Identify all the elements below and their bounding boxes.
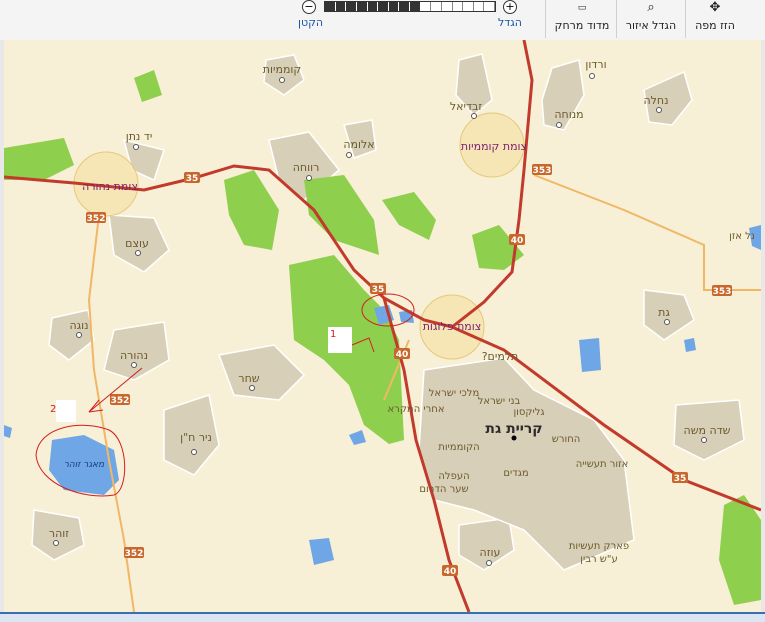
map-canvas[interactable]: 35 352 353 40 35 40 352 353 35 352 40 קו… [4, 40, 761, 612]
label-nehora: נהורה [120, 349, 148, 362]
route-35-shield: 35 [372, 285, 385, 295]
zoom-area-label: הגדל איזור [625, 19, 677, 32]
label-migdim: מגדים [503, 468, 528, 479]
route-353-shield: 353 [713, 287, 732, 297]
toolbar-divider [685, 0, 686, 38]
annotation-box-2 [56, 400, 76, 422]
zoom-slider-step[interactable] [378, 2, 389, 11]
label-bnei-israel: בני ישראל [478, 396, 521, 407]
label-nir-chen: ניר ח"ן [180, 431, 212, 444]
zoom-slider-step[interactable] [367, 2, 379, 11]
label-noga: נוגה [69, 319, 88, 332]
label-nel-ozen: נל אזן [729, 231, 755, 242]
measure-distance-button[interactable]: ▭ מדוד מרחק [552, 2, 612, 38]
label-komemiyut-junction: צומת קוממיות [461, 140, 527, 153]
zoom-slider-step[interactable] [442, 2, 453, 11]
zoom-slider-step[interactable] [325, 2, 336, 11]
route-40-shield: 40 [396, 350, 409, 360]
label-zohar-reservoir: מאגר זוהר [64, 460, 105, 470]
zoom-slider-step[interactable] [410, 2, 421, 11]
label-gat: גת [658, 306, 670, 319]
pan-arrows-icon: ✥ [709, 0, 721, 15]
label-industrial-zone: אזור תעשייה [576, 459, 629, 470]
zoom-out-label[interactable]: הקטן [298, 16, 323, 29]
label-malkhei-israel: מלכי ישראל [429, 388, 480, 399]
zoom-in-button[interactable]: + [503, 0, 517, 14]
label-nahala: נחלה [643, 94, 668, 107]
zoom-out-button[interactable]: − [302, 0, 316, 14]
pan-map-button[interactable]: ✥ הזז מפה [690, 0, 740, 38]
measure-distance-label: מדוד מרחק [554, 19, 610, 32]
toolbar-divider [616, 0, 617, 38]
route-352-shield: 352 [111, 396, 130, 406]
label-plugot-junction: צומת פלוגות [423, 320, 482, 333]
label-yad-natan: יד נתן [126, 130, 153, 143]
route-40-shield: 40 [511, 236, 524, 246]
label-haapala: העפלה [438, 471, 469, 482]
zoom-slider-step[interactable] [431, 2, 442, 11]
zoom-slider-step[interactable] [335, 2, 347, 11]
zoom-slider-step[interactable] [399, 2, 410, 11]
route-35-shield: 35 [674, 474, 687, 484]
label-aluma: אלומה [343, 138, 374, 151]
ruler-icon: ▭ [577, 3, 587, 13]
zoom-slider-step[interactable] [356, 2, 368, 11]
label-zohar: זוהר [49, 527, 69, 540]
label-menuha: מנוחה [554, 108, 583, 121]
kiryat-gat-marker [511, 435, 517, 441]
label-glikson: גליקסון [513, 407, 544, 418]
annotation-1: 1 [330, 329, 336, 340]
label-uza: עוזה [480, 546, 501, 559]
label-rabin: ע"ש רבין [580, 554, 618, 565]
route-353-shield: 353 [533, 166, 552, 176]
label-nehora-junction: צומת נהורה [82, 180, 138, 193]
label-ahrei-hamikra: אחרי המקרא [387, 404, 444, 415]
label-hakomemiyut: הקוממיות [438, 442, 479, 453]
zoom-slider-step[interactable] [453, 2, 464, 11]
route-352-shield: 352 [125, 549, 144, 559]
label-talmim: תלמים? [482, 350, 519, 363]
zoom-slider-step[interactable] [463, 2, 474, 11]
magnifier-area-icon: ⌕ [647, 0, 655, 15]
label-zavdiel: זבדיאל [450, 100, 482, 113]
label-sde-moshe: שדה משה [684, 424, 731, 437]
zoom-area-button[interactable]: ⌕ הגדל איזור [622, 0, 680, 38]
annotation-2: 2 [50, 404, 56, 415]
label-kiryat-gat: קריית גת [485, 421, 542, 437]
zoom-slider-step[interactable] [388, 2, 400, 11]
zoom-slider-step[interactable] [421, 2, 432, 11]
label-revaha: רווחה [293, 161, 320, 174]
route-40-shield: 40 [444, 567, 457, 577]
toolbar-divider [545, 0, 546, 38]
label-hahoresh: החורש [552, 434, 581, 445]
map-toolbar: ✥ הזז מפה ⌕ הגדל איזור ▭ מדוד מרחק − + ה… [0, 0, 765, 41]
label-shaar-hadarom: שער הדרום [419, 484, 468, 495]
route-352-shield: 352 [87, 214, 106, 224]
label-komemiyut: קוממיות [263, 63, 301, 76]
zoom-slider-step[interactable] [484, 2, 495, 11]
plus-icon: + [505, 0, 515, 13]
zoom-slider-step[interactable] [346, 2, 357, 11]
label-industrial-park: פארק תעשיות [569, 541, 629, 552]
zoom-in-label[interactable]: הגדל [498, 16, 522, 29]
zoom-slider-step[interactable] [474, 2, 485, 11]
frame-right [761, 40, 765, 612]
route-35-shield: 35 [186, 174, 199, 184]
label-shahar: שחר [238, 372, 259, 385]
zoom-slider[interactable] [324, 1, 496, 12]
minus-icon: − [304, 0, 314, 13]
label-vardon: ורדון [585, 58, 606, 71]
pan-map-label: הזז מפה [695, 19, 735, 32]
label-otzem: עוצם [125, 237, 149, 250]
status-bar [0, 612, 765, 622]
